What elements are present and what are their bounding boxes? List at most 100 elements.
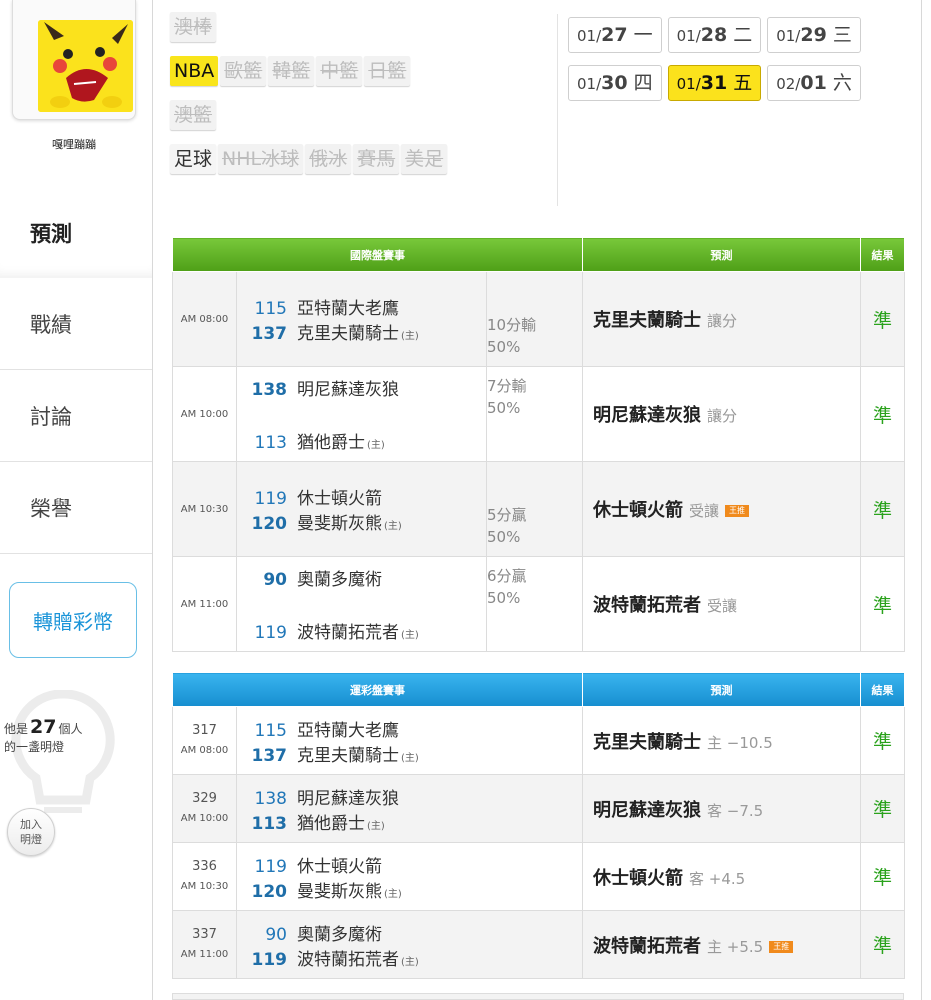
team-name[interactable]: 波特蘭拓荒者 [297,623,399,643]
odds-percent: 50% [487,338,521,356]
team-name[interactable]: 休士頓火箭 [297,489,382,509]
team-number: 90 [265,924,287,945]
odds-line: 10分輸 [487,316,537,334]
handicap-odds: 10分輸 50% [485,271,584,367]
league-chip[interactable]: 澳籃 [170,100,217,130]
team-line: 137 克里夫蘭騎士 (主) [245,741,582,766]
team-name[interactable]: 克里夫蘭騎士 [297,746,399,766]
date-weekday: 六 [832,72,852,94]
team-name[interactable]: 奧蘭多魔術 [297,570,382,590]
prediction-type: 受讓 [707,597,738,615]
date-chip[interactable]: 01/30 四 [568,65,662,101]
home-mark: (主) [401,630,419,641]
lottery-header-pred: 預測 [582,672,861,707]
date-chip[interactable]: 02/01 六 [767,65,861,101]
league-chip[interactable]: NHL冰球 [218,144,304,174]
team-name[interactable]: 亞特蘭大老鷹 [297,721,399,741]
table-row: 336 AM 10:30 119 休士頓火箭 120 曼斐斯灰熊 (主) 休士頓火箭客 +4.… [172,842,905,911]
main-panel: 澳棒 NBA 歐籃 韓籃 中籃 日籃 澳籃 足球 NHL冰球 俄冰 賽馬 美足 01/27 一 01… [152,0,922,1000]
lamp-suffix: 個人 [58,722,83,736]
date-chip[interactable]: 01/27 一 [568,17,662,53]
team-name[interactable]: 亞特蘭大老鷹 [297,299,399,319]
game-id: 317 [192,722,217,738]
team-line: 119 休士頓火箭 [245,484,486,509]
date-chip[interactable]: 01/28 二 [667,17,762,53]
lamp-stat: 他是 27 個人 的一盞明燈 [4,718,82,756]
team-line: 90 奧蘭多魔術 [245,920,582,945]
side-tab-discuss[interactable]: 討論 [0,370,152,462]
team-name[interactable]: 克里夫蘭騎士 [297,324,399,344]
side-tab-honor[interactable]: 榮譽 [0,462,152,554]
team-name[interactable]: 猶他爵士 [297,814,365,834]
filter-row: NBA 歐籃 韓籃 中籃 日籃 [170,56,560,100]
lamp-count: 27 [30,716,57,738]
team-name[interactable]: 明尼蘇達灰狼 [297,380,399,400]
league-chip[interactable]: 日籃 [364,56,411,86]
prediction-team: 休士頓火箭 [593,500,684,521]
game-id-time: 329 AM 10:00 [172,774,237,843]
team-name[interactable]: 明尼蘇達灰狼 [297,789,399,809]
prediction-team: 克里夫蘭騎士 [593,310,702,331]
team-name[interactable]: 曼斐斯灰熊 [297,882,382,902]
lottery-header-match: 運彩盤賽事 [172,672,583,707]
team-number: 113 [251,813,288,834]
king-pick-badge: 王推 [725,505,750,517]
matchup: 115 亞特蘭大老鷹 137 克里夫蘭騎士 (主) [236,706,583,775]
side-nav: 預測 戰績 討論 榮譽 [0,188,152,554]
matchup: 119 休士頓火箭 120 曼斐斯灰熊 (主) [236,461,487,557]
matchup: 115 亞特蘭大老鷹 137 克里夫蘭騎士 (主) [236,271,487,367]
lottery-header-result: 結果 [860,672,905,707]
side-tab-predict[interactable]: 預測 [0,188,152,278]
prediction-cell: 波特蘭拓荒者主 +5.5 王推 [582,910,861,979]
matchup: 90 奧蘭多魔術 119 波特蘭拓荒者 (主) [236,910,583,979]
league-chip[interactable]: 澳棒 [170,12,217,42]
result-mark: 準 [860,556,906,652]
team-name[interactable]: 奧蘭多魔術 [297,925,382,945]
league-chip[interactable]: 俄冰 [305,144,352,174]
date-month: 01/ [776,27,801,45]
prediction-cell: 休士頓火箭 受讓 王推 [582,461,862,557]
prediction-cell: 波特蘭拓荒者 受讓 [582,556,862,652]
date-weekday: 二 [733,24,753,46]
team-line: 138 明尼蘇達灰狼 [245,784,582,809]
home-mark: (主) [401,752,419,764]
side-tab-record[interactable]: 戰績 [0,278,152,370]
lamp-line2: 的一盞明燈 [4,740,65,754]
league-chip[interactable]: 足球 [170,144,217,174]
team-name[interactable]: 曼斐斯灰熊 [297,514,382,534]
team-name[interactable]: 波特蘭拓荒者 [297,950,399,970]
team-line: 115 亞特蘭大老鷹 [245,294,486,319]
prediction-type: 受讓 [689,502,720,520]
matchup: 138 明尼蘇達灰狼 113 猶他爵士 (主) [236,366,487,462]
league-chip[interactable]: 韓籃 [268,56,315,86]
league-chip[interactable]: 美足 [401,144,448,174]
league-chip[interactable]: 歐籃 [220,56,267,86]
page-root: 嘎哩蹦蹦 預測 戰績 討論 榮譽 轉贈彩幣 他是 27 個人 的一盞明燈 加入 明燈 … [0,0,931,1000]
team-name[interactable]: 休士頓火箭 [297,857,382,877]
game-id: 336 [192,858,217,874]
odds-line: 5分贏 [487,506,527,524]
odds-percent: 50% [487,399,521,417]
avatar[interactable] [38,20,133,112]
league-chip[interactable]: NBA [170,56,219,86]
join-lamp-button[interactable]: 加入 明燈 [7,808,55,856]
intl-header-pred: 預測 [582,237,862,272]
join-lamp-label: 加入 明燈 [20,818,42,846]
league-chip[interactable]: 賽馬 [353,144,400,174]
date-day: 29 [800,24,827,46]
team-name[interactable]: 猶他爵士 [297,433,365,453]
team-number: 119 [254,856,287,877]
date-picker: 01/27 一 01/28 二 01/29 三 01/30 四 01/31 五 02/01 六 [568,17,903,113]
date-chip[interactable]: 01/31 五 [667,65,762,101]
team-number: 113 [254,433,287,453]
prediction-type: 客 +4.5 [689,869,746,888]
filter-row: 澳籃 [170,100,560,144]
gift-coins-button[interactable]: 轉贈彩幣 [9,582,137,658]
game-id-time: 336 AM 10:30 [172,842,237,911]
date-weekday: 五 [733,72,753,94]
date-chip[interactable]: 01/29 三 [767,17,861,53]
date-month: 01/ [577,75,602,93]
table-row: 329 AM 10:00 138 明尼蘇達灰狼 113 猶他爵士 (主) 明尼蘇達灰狼客 −7… [172,774,905,843]
league-chip[interactable]: 中籃 [316,56,363,86]
prediction-cell: 休士頓火箭客 +4.5 [582,842,861,911]
